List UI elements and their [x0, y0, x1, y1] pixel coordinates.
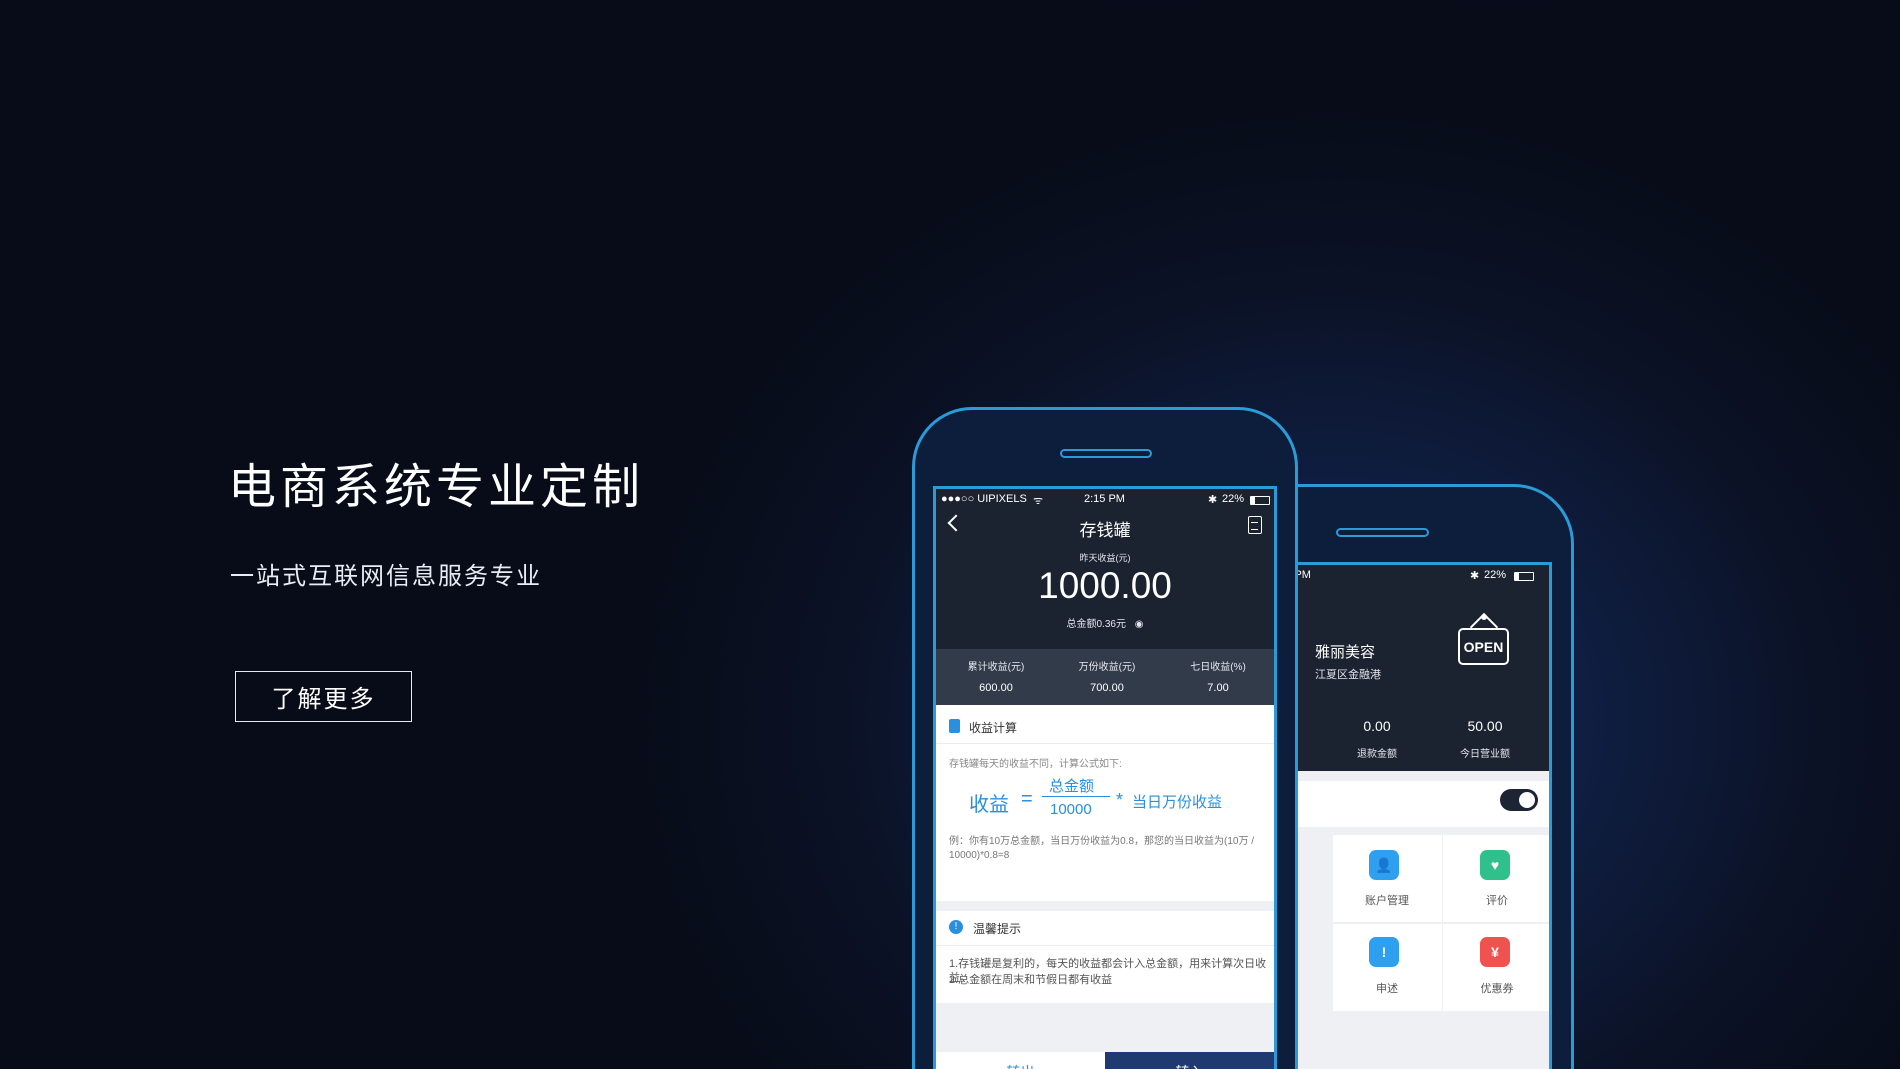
- formula-equals: =: [1021, 788, 1033, 810]
- wifi-icon: ᯤ: [1033, 495, 1044, 507]
- review-icon: ♥: [1480, 850, 1510, 880]
- grid-item-label: 评价: [1486, 895, 1508, 907]
- document-icon[interactable]: [1248, 516, 1262, 534]
- battery-percent: 22%: [1222, 493, 1245, 505]
- grid-item-label: 账户管理: [1365, 895, 1409, 907]
- formula-denominator: 10000: [1050, 801, 1092, 818]
- stat-value: 600.00: [979, 682, 1013, 694]
- total-amount-label: 总金额0.36元: [1066, 619, 1126, 630]
- coupon-icon: ¥: [1480, 937, 1510, 967]
- hero-subtitle: 一站式互联网信息服务专业: [230, 562, 542, 590]
- calc-example: 例：你有10万总金额，当日万份收益为0.8，那您的当日收益为(10万 / 100…: [949, 836, 1255, 861]
- stat-value: 700.00: [1090, 682, 1124, 694]
- battery-icon: [1250, 496, 1270, 505]
- total-amount: 总金额0.36元 ◉: [936, 615, 1274, 630]
- stat-per-10k: 万份收益(元) 700.00: [1052, 649, 1162, 694]
- stat-cumulative: 累计收益(元) 600.00: [941, 649, 1051, 694]
- tips-title: 温馨提示: [973, 922, 1022, 936]
- calc-title: 收益计算: [969, 721, 1018, 735]
- stat-label: 七日收益(%): [1190, 662, 1246, 673]
- stat-label: 万份收益(元): [1078, 662, 1136, 673]
- status-carrier: ●●●○○ UIPIXELS: [941, 493, 1027, 505]
- grid-item-label: 优惠券: [1480, 983, 1514, 995]
- grid-item-label: 申述: [1376, 983, 1398, 995]
- transfer-out-button[interactable]: 转出: [936, 1052, 1105, 1069]
- eye-icon[interactable]: ◉: [1135, 619, 1144, 630]
- front-phone-screen: ●●●○○ UIPIXELS ᯤ 2:15 PM ✱ 22% 存钱罐 昨天收益(…: [933, 486, 1277, 1069]
- open-sign-icon[interactable]: OPEN: [1458, 614, 1509, 665]
- battery-icon: [1514, 572, 1534, 581]
- hero-title: 电商系统专业定制: [228, 459, 645, 515]
- tips-footer-gap: [936, 1003, 1274, 1052]
- stats-bar: 累计收益(元) 600.00 万份收益(元) 700.00 七日收益(%) 7.…: [936, 649, 1274, 705]
- transfer-in-button[interactable]: 转入: [1105, 1052, 1274, 1069]
- section-gap: [936, 901, 1274, 911]
- store-address: 江夏区金融港: [1315, 669, 1381, 681]
- store-name: 雅丽美容: [1315, 644, 1376, 661]
- info-icon: !: [949, 920, 963, 934]
- appeal-icon: !: [1369, 937, 1399, 967]
- fraction-line: [1042, 796, 1110, 797]
- refund-amount-label: 退款金额: [1357, 749, 1397, 760]
- bluetooth-icon: ✱: [1208, 494, 1218, 506]
- grid-item-review[interactable]: ♥ 评价: [1443, 835, 1549, 922]
- business-toggle[interactable]: [1500, 789, 1538, 811]
- learn-more-button[interactable]: 了解更多: [235, 671, 412, 722]
- yesterday-value: 1000.00: [1038, 565, 1172, 606]
- formula-numerator: 总金额: [1049, 778, 1095, 795]
- phone-speaker: [1060, 449, 1152, 458]
- page-title: 存钱罐: [1079, 521, 1131, 540]
- stat-seven-day: 七日收益(%) 7.00: [1163, 649, 1273, 694]
- stat-value: 7.00: [1207, 682, 1229, 694]
- today-revenue-label: 今日营业额: [1460, 749, 1510, 760]
- grid-item-coupon[interactable]: ¥ 优惠券: [1443, 924, 1549, 1011]
- account-icon: 👤: [1369, 850, 1399, 880]
- bluetooth-icon: ✱: [1470, 570, 1480, 582]
- grid-item-appeal[interactable]: ! 申述: [1333, 924, 1442, 1011]
- status-time: 2:15 PM: [1084, 493, 1125, 505]
- grid-item-account[interactable]: 👤 账户管理: [1333, 835, 1442, 922]
- battery-percent: 22%: [1484, 569, 1507, 581]
- calculator-icon: [949, 719, 960, 733]
- calc-card: 收益计算 存钱罐每天的收益不同，计算公式如下: 收益 = 总金额 10000 *…: [936, 705, 1274, 901]
- tips-card: ! 温馨提示 1.存钱罐是复利的，每天的收益都会计入总金额，用来计算次日收益。 …: [936, 911, 1274, 1052]
- divider: [936, 743, 1274, 744]
- divider: [936, 945, 1274, 946]
- yesterday-label: 昨天收益(元): [1079, 553, 1131, 563]
- calc-hint: 存钱罐每天的收益不同，计算公式如下:: [949, 759, 1122, 770]
- formula-lhs: 收益: [969, 794, 1009, 816]
- formula-times: *: [1116, 790, 1124, 810]
- phone-speaker: [1336, 528, 1429, 537]
- today-revenue-value: 50.00: [1467, 718, 1503, 734]
- formula-rhs: 当日万份收益: [1132, 794, 1223, 811]
- refund-amount-value: 0.00: [1363, 718, 1391, 734]
- piggy-bank-header: ●●●○○ UIPIXELS ᯤ 2:15 PM ✱ 22% 存钱罐 昨天收益(…: [936, 489, 1274, 649]
- tip-2: 2.总金额在周末和节假日都有收益: [949, 974, 1113, 986]
- stat-label: 累计收益(元): [967, 662, 1025, 673]
